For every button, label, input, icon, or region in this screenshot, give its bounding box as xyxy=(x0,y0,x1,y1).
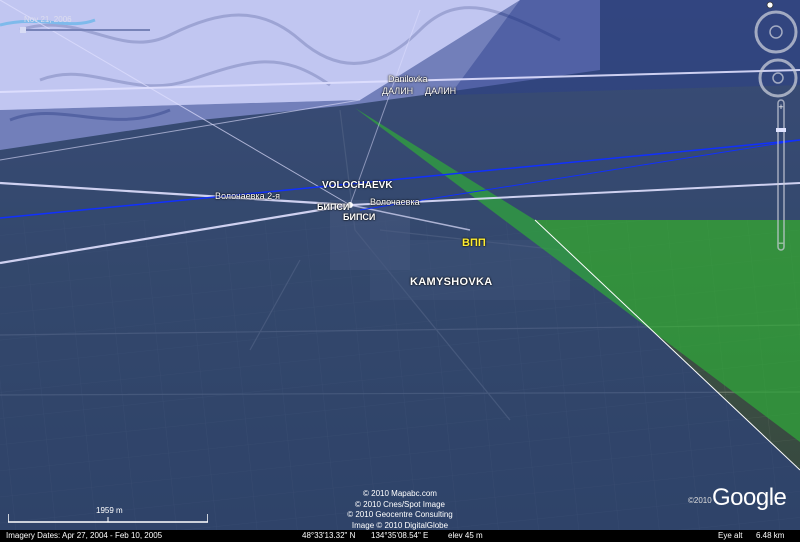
place-label-dalin-2: ДАЛИН xyxy=(425,86,457,96)
place-label-bipsi-1: БИПСИ xyxy=(317,202,350,212)
latitude-readout: 48°33'13.32" N xyxy=(302,531,356,540)
copyright-line: © 2010 Geocentre Consulting xyxy=(347,510,453,519)
eye-alt-label: Eye alt xyxy=(718,531,743,540)
move-control[interactable] xyxy=(758,58,798,98)
zoom-slider[interactable]: + − xyxy=(776,99,786,251)
place-label-volochaevka: Волочаевка xyxy=(370,197,420,207)
imagery-dates: Imagery Dates: Apr 27, 2004 - Feb 10, 20… xyxy=(6,531,163,540)
elevation-readout: elev 45 m xyxy=(448,531,483,540)
logo-year: ©2010 xyxy=(688,496,712,505)
eye-alt-value: 6.48 km xyxy=(756,531,785,540)
svg-text:+: + xyxy=(778,102,783,112)
place-label-volochaevka-2: Волочаевка 2-я xyxy=(215,191,280,201)
copyright-line: © 2010 Mapabc.com xyxy=(363,489,437,498)
place-label-danilovka: Danilovka xyxy=(388,74,428,84)
status-bar: Imagery Dates: Apr 27, 2004 - Feb 10, 20… xyxy=(0,530,800,542)
scale-bar xyxy=(8,514,208,523)
place-label-vpp: ВПП xyxy=(462,237,486,249)
place-label-bipsi-2: БИПСИ xyxy=(343,212,376,222)
place-label-dalin-1: ДАЛИН xyxy=(382,86,414,96)
svg-text:−: − xyxy=(778,238,783,248)
place-label-volochaevk: VOLOCHAEVK xyxy=(322,180,393,191)
place-label-kamyshovka: KAMYSHOVKA xyxy=(410,276,493,288)
copyright-block: © 2010 Mapabc.com © 2010 Cnes/Spot Image… xyxy=(330,489,470,531)
longitude-readout: 134°35'08.54" E xyxy=(371,531,429,540)
map-view[interactable]: Nov 21, 2006 + − Danilovka ДАЛИН ДАЛИН V… xyxy=(0,0,800,542)
timeline-date: Nov 21, 2006 xyxy=(24,15,72,24)
timeline-slider[interactable] xyxy=(20,27,150,33)
navigation-controls[interactable]: + − xyxy=(748,0,800,300)
look-control[interactable] xyxy=(754,1,798,54)
google-logo: Google xyxy=(712,484,787,511)
copyright-line: © 2010 Cnes/Spot Image xyxy=(355,499,445,509)
